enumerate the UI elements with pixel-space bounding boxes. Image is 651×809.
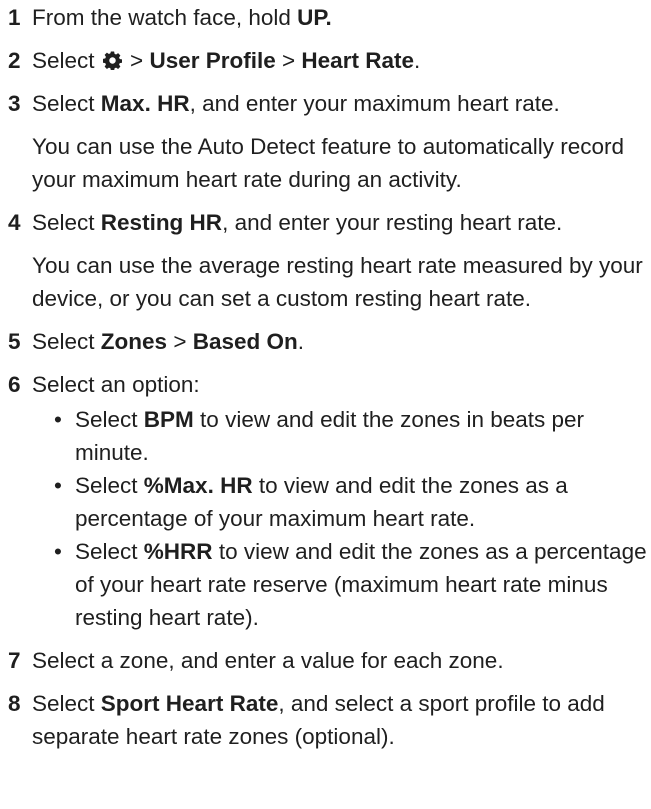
bold-term: Zones bbox=[100, 329, 168, 354]
step-number: 1 bbox=[8, 5, 21, 30]
bold-term: %Max. HR bbox=[143, 473, 253, 498]
step-2: 2 Select > User Profile > Heart Rate. bbox=[8, 44, 651, 77]
step-6: 6 Select an option: • Select BPM to view an… bbox=[8, 368, 651, 634]
step-number: 2 bbox=[8, 48, 21, 73]
step-7: 7 Select a zone, and enter a value for ea… bbox=[8, 644, 651, 677]
text-run: . bbox=[297, 329, 305, 354]
text-run: > bbox=[123, 48, 150, 73]
option-list: • Select BPM to view and edit the zones i… bbox=[32, 403, 651, 634]
text-run: Select a zone, and enter a value for eac… bbox=[32, 648, 504, 673]
text-run: Select an option: bbox=[32, 372, 200, 397]
bold-term: Based On bbox=[192, 329, 298, 354]
step-8: 8 Select Sport Heart Rate, and select a s… bbox=[8, 687, 651, 753]
step-text: Select Resting HR, and enter your restin… bbox=[32, 206, 651, 239]
step-4: 4 Select Resting HR, and enter your resti… bbox=[8, 206, 651, 315]
step-text: Select Sport Heart Rate, and select a sp… bbox=[32, 687, 651, 753]
text-run: Select bbox=[32, 691, 101, 716]
text-run: Select bbox=[32, 329, 101, 354]
text-run: , and enter your maximum heart rate. bbox=[189, 91, 560, 116]
text-run: Select bbox=[75, 473, 144, 498]
step-note: You can use the Auto Detect feature to a… bbox=[32, 134, 625, 192]
step-number: 7 bbox=[8, 648, 21, 673]
text-run: > bbox=[275, 48, 302, 73]
option-item: • Select BPM to view and edit the zones i… bbox=[54, 403, 651, 469]
step-number: 4 bbox=[8, 210, 21, 235]
option-item: • Select %Max. HR to view and edit the zo… bbox=[54, 469, 651, 535]
step-1: 1 From the watch face, hold UP. bbox=[8, 1, 651, 34]
step-number: 5 bbox=[8, 329, 21, 354]
step-text: Select Max. HR, and enter your maximum h… bbox=[32, 87, 651, 120]
bold-term: Sport Heart Rate bbox=[100, 691, 279, 716]
text-run: Select bbox=[75, 539, 144, 564]
step-text: Select > User Profile > Heart Rate. bbox=[32, 44, 651, 77]
text-run: Select bbox=[75, 407, 144, 432]
step-text: From the watch face, hold UP. bbox=[32, 1, 651, 34]
text-run: From the watch face, hold bbox=[32, 5, 298, 30]
text-run: Select bbox=[32, 210, 101, 235]
text-run: > bbox=[167, 329, 193, 354]
text-run: Select bbox=[32, 91, 101, 116]
instruction-page: 1 From the watch face, hold UP. 2 Select > … bbox=[0, 0, 651, 809]
gear-icon bbox=[102, 51, 122, 70]
step-text: Select Zones > Based On. bbox=[32, 325, 651, 358]
steps-list: 1 From the watch face, hold UP. 2 Select > … bbox=[8, 1, 651, 753]
step-note: You can use the average resting heart ra… bbox=[32, 253, 643, 311]
text-run: , and enter your resting heart rate. bbox=[222, 210, 563, 235]
bold-term: Heart Rate bbox=[301, 48, 414, 73]
step-text: Select a zone, and enter a value for eac… bbox=[32, 644, 651, 677]
step-5: 5 Select Zones > Based On. bbox=[8, 325, 651, 358]
bold-term: Resting HR bbox=[100, 210, 223, 235]
bullet-marker: • bbox=[54, 407, 62, 432]
bold-term: Max. HR bbox=[100, 91, 190, 116]
bold-term: User Profile bbox=[149, 48, 276, 73]
step-number: 8 bbox=[8, 691, 21, 716]
bold-term: UP. bbox=[297, 5, 332, 30]
option-item: • Select %HRR to view and edit the zones … bbox=[54, 535, 651, 634]
step-3: 3 Select Max. HR, and enter your maximum … bbox=[8, 87, 651, 196]
step-number: 6 bbox=[8, 372, 21, 397]
step-number: 3 bbox=[8, 91, 21, 116]
text-run: . bbox=[413, 48, 421, 73]
bullet-marker: • bbox=[54, 539, 62, 564]
step-text: Select an option: bbox=[32, 368, 651, 401]
bold-term: %HRR bbox=[143, 539, 213, 564]
bullet-marker: • bbox=[54, 473, 62, 498]
text-run: Select bbox=[32, 48, 101, 73]
bold-term: BPM bbox=[143, 407, 194, 432]
